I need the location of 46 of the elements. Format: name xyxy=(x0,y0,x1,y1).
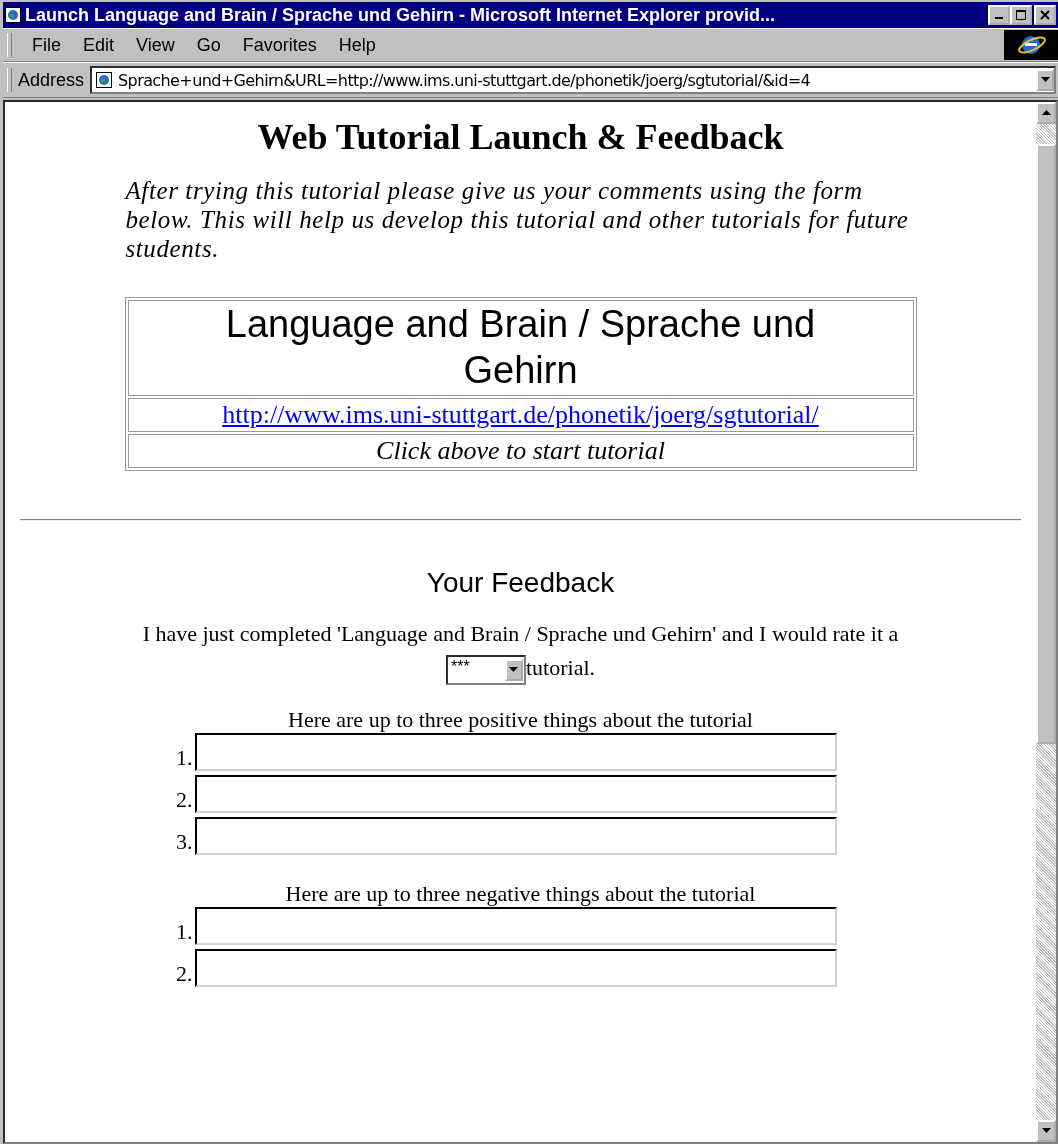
input-field[interactable] xyxy=(194,733,837,771)
close-button[interactable] xyxy=(1034,5,1056,25)
minimize-icon xyxy=(995,17,1003,19)
group-label: Here are up to three negative things about the tutorial xyxy=(285,881,756,907)
up-arrow-icon xyxy=(1041,110,1051,116)
table-cell: Language and Brain / Sprache und Gehirn xyxy=(127,300,914,396)
menu-item[interactable]: Go xyxy=(188,34,229,56)
scrollbar[interactable] xyxy=(1036,102,1056,1142)
menu-item[interactable]: File xyxy=(24,34,69,56)
intro-text: After trying this tutorial please give us your comments using the form below. This will help us develop this tutorial and other tutorials for future students. xyxy=(125,176,910,263)
input-field[interactable] xyxy=(194,817,837,855)
input-field[interactable] xyxy=(194,907,837,945)
minimize-button[interactable] xyxy=(988,5,1010,25)
menu-item[interactable]: Edit xyxy=(75,34,123,56)
item-number: 1. xyxy=(175,919,193,945)
item-number: 2. xyxy=(175,787,193,813)
item-number: 2. xyxy=(175,961,193,987)
address-field[interactable]: Sprache+und+Gehirn&URL=http://www.ims.uni-stuttgart.de/phonetik/joerg/sgtutorial/&id=4 xyxy=(90,66,1056,94)
scroll-down-button[interactable] xyxy=(1036,1120,1056,1142)
scroll-thumb[interactable] xyxy=(1036,144,1056,744)
caret-icon xyxy=(1040,77,1050,83)
dropdown-button[interactable] xyxy=(1036,69,1054,91)
section-heading: Your Feedback xyxy=(426,567,615,599)
maximize-button[interactable] xyxy=(1010,5,1032,25)
page-icon xyxy=(96,72,113,88)
down-arrow-icon xyxy=(1041,1128,1051,1134)
maximize-icon xyxy=(1016,10,1026,20)
window-title: Launch Language and Brain / Sprache und Gehirn - Microsoft Internet Explorer provid... xyxy=(25,4,777,26)
input-field[interactable] xyxy=(194,949,837,987)
scroll-up-button[interactable] xyxy=(1036,102,1056,124)
table-cell: Click above to start tutorial xyxy=(127,434,914,468)
input-field[interactable] xyxy=(194,775,837,813)
menu-item[interactable]: Help xyxy=(330,34,384,56)
rating-select[interactable]: *** xyxy=(445,654,526,685)
page-icon xyxy=(5,7,21,23)
item-number: 3. xyxy=(175,829,193,855)
rating-text: I have just completed 'Language and Brain / Sprache und Gehirn' and I would rate it a xyxy=(142,621,899,646)
group-label: Here are up to three positive things about the tutorial xyxy=(288,707,753,733)
menu-item[interactable]: View xyxy=(128,34,183,56)
rating-suffix: tutorial. xyxy=(525,655,595,680)
caret-icon xyxy=(509,666,519,673)
page-heading: Web Tutorial Launch & Feedback xyxy=(257,116,784,158)
menu-item[interactable]: Favorites xyxy=(234,34,325,56)
item-number: 1. xyxy=(175,745,193,771)
address-label: Address xyxy=(18,69,85,91)
close-icon xyxy=(1040,10,1050,20)
